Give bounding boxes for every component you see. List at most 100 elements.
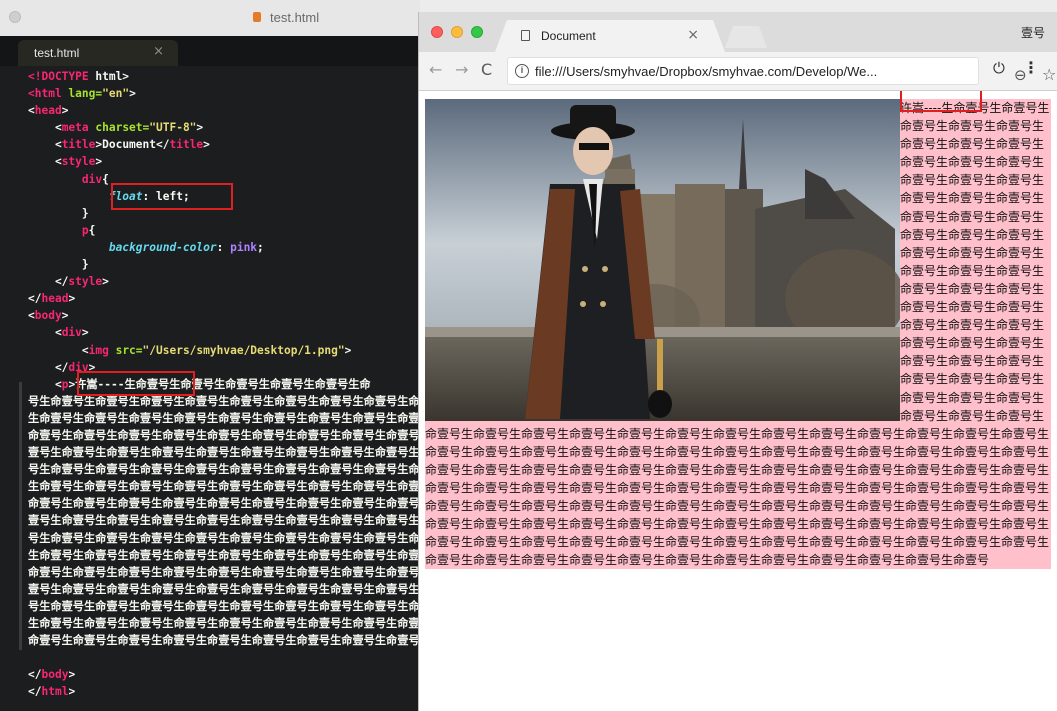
menu-icon[interactable]: ⋮ xyxy=(1023,58,1039,77)
code-token: < xyxy=(28,104,35,118)
code-token: 壹号生命壹号生命壹号生命壹号生命壹号生命壹号生命壹号生命壹号生命壹号生命壹 xyxy=(28,446,420,460)
code-token: 壹号生命壹号生命壹号生命壹号生命壹号生命壹号生命壹号生命壹号生命壹号生命壹 xyxy=(28,514,420,528)
code-line: 命壹号生命壹号生命壹号生命壹号生命壹号生命壹号生命壹号生命壹号生命壹号生命 xyxy=(28,564,420,581)
url-text[interactable]: file:///Users/smyhvae/Dropbox/smyhvae.co… xyxy=(535,64,877,79)
code-token: 命壹号生命壹号生命壹号生命壹号生命壹号生命壹号生命壹号生命壹号生命壹号生命 xyxy=(28,428,420,442)
window-control-dot[interactable] xyxy=(9,11,21,23)
code-token: "/Users/smyhvae/Desktop/1.png" xyxy=(142,343,345,357)
close-icon[interactable]: × xyxy=(153,44,164,59)
code-token: > xyxy=(68,668,76,682)
code-line: 命壹号生命壹号生命壹号生命壹号生命壹号生命壹号生命壹号生命壹号生命壹号生命 xyxy=(28,495,420,512)
code-line: 生命壹号生命壹号生命壹号生命壹号生命壹号生命壹号生命壹号生命壹号生命壹号生 xyxy=(28,478,420,495)
new-tab-button[interactable] xyxy=(725,26,767,48)
code-line: </body> xyxy=(28,666,420,683)
html-file-icon xyxy=(253,12,261,22)
code-line: 命壹号生命壹号生命壹号生命壹号生命壹号生命壹号生命壹号生命壹号生命壹号</ xyxy=(28,632,420,649)
star-icon[interactable]: ☆ xyxy=(1042,65,1056,84)
code-line: background-color: pink; xyxy=(28,239,420,256)
code-line: <div> xyxy=(28,324,420,341)
code-token: } xyxy=(28,258,89,272)
code-line: <head> xyxy=(28,102,420,119)
code-line: 壹号生命壹号生命壹号生命壹号生命壹号生命壹号生命壹号生命壹号生命壹号生命壹 xyxy=(28,444,420,461)
code-token: <!DOCTYPE xyxy=(28,70,96,83)
back-icon[interactable]: ← xyxy=(429,60,442,79)
floated-div xyxy=(425,99,900,421)
info-icon[interactable]: i xyxy=(515,64,529,78)
highlight-box-paragraph-start xyxy=(77,371,195,396)
code-token: > xyxy=(61,309,69,323)
code-token: { xyxy=(102,172,109,186)
browser-tab[interactable]: Document × xyxy=(495,20,725,52)
browser-tab-strip: Document × 壹号 xyxy=(419,12,1057,52)
code-token: < xyxy=(28,155,62,169)
code-token: p xyxy=(81,223,89,237)
zoom-window-button[interactable] xyxy=(471,26,483,38)
editor-tab-bar: test.html × xyxy=(0,36,420,66)
code-token: body xyxy=(41,668,69,682)
code-line: 号生命壹号生命壹号生命壹号生命壹号生命壹号生命壹号生命壹号生命壹号生命壹号 xyxy=(28,461,420,478)
tab-close-icon[interactable]: × xyxy=(687,27,699,43)
highlight-box-wrapped-text xyxy=(900,91,982,112)
code-token: 号生命壹号生命壹号生命壹号生命壹号生命壹号生命壹号生命壹号生命壹号生命壹号 xyxy=(28,599,420,613)
reload-icon[interactable]: C xyxy=(481,60,492,79)
profile-name[interactable]: 壹号 xyxy=(1021,24,1045,41)
code-token: html xyxy=(41,685,69,699)
code-line: </head> xyxy=(28,290,420,307)
code-line: <img src="/Users/smyhvae/Desktop/1.png"> xyxy=(28,342,420,359)
code-token: </ xyxy=(28,685,42,699)
minimize-window-button[interactable] xyxy=(451,26,463,38)
close-window-button[interactable] xyxy=(431,26,443,38)
code-token: img xyxy=(88,343,116,357)
code-token: < xyxy=(28,343,89,357)
code-token: 生命壹号生命壹号生命壹号生命壹号生命壹号生命壹号生命壹号生命壹号生命壹号生 xyxy=(28,548,420,562)
browser-tab-title: Document xyxy=(541,29,596,43)
code-line: 命壹号生命壹号生命壹号生命壹号生命壹号生命壹号生命壹号生命壹号生命壹号生命 xyxy=(28,427,420,444)
editor-titlebar: test.html xyxy=(0,0,420,37)
code-token: title xyxy=(169,138,204,152)
code-token: < xyxy=(28,377,62,391)
code-token: 号生命壹号生命壹号生命壹号生命壹号生命壹号生命壹号生命壹号生命壹号生命壹号 xyxy=(28,394,420,408)
code-line: <meta charset="UTF-8"> xyxy=(28,119,420,136)
code-line: </html> xyxy=(28,683,420,700)
code-token: style xyxy=(61,155,96,169)
code-token: charset= xyxy=(95,121,150,135)
editor-tab[interactable]: test.html × xyxy=(18,40,178,66)
code-token: "en" xyxy=(102,87,130,101)
code-token: div xyxy=(61,326,82,340)
code-token: : xyxy=(216,240,231,254)
page-viewport[interactable]: 许嵩----生命壹号生命壹号生命壹号生命壹号生命壹号生命壹号生命壹号生命壹号生命… xyxy=(419,91,1057,711)
code-token: > xyxy=(95,155,103,169)
power-icon[interactable]: ⏻ xyxy=(993,59,1005,77)
code-token: > xyxy=(196,121,204,135)
code-editor-window: test.html test.html × <!DOCTYPE html> <ht… xyxy=(0,0,420,711)
code-token: < xyxy=(28,326,62,340)
code-token: lang= xyxy=(68,87,103,101)
code-token: pink xyxy=(230,240,258,254)
editor-window-title: test.html xyxy=(270,10,320,25)
code-line: } xyxy=(28,256,420,273)
code-token: > xyxy=(68,292,76,306)
code-token: "UTF-8" xyxy=(149,121,197,135)
code-line: <style> xyxy=(28,153,420,170)
code-line: 号生命壹号生命壹号生命壹号生命壹号生命壹号生命壹号生命壹号生命壹号生命壹号 xyxy=(28,530,420,547)
code-line: 号生命壹号生命壹号生命壹号生命壹号生命壹号生命壹号生命壹号生命壹号生命壹号 xyxy=(28,598,420,615)
code-token: <html xyxy=(28,87,69,101)
code-token: background-color xyxy=(108,240,217,254)
code-token: </ xyxy=(28,292,42,306)
code-token: > xyxy=(203,138,210,152)
code-line: </style> xyxy=(28,273,420,290)
code-token: 号生命壹号生命壹号生命壹号生命壹号生命壹号生命壹号生命壹号生命壹号生命壹号 xyxy=(28,463,420,477)
code-token: </ xyxy=(28,668,42,682)
code-token: 壹号生命壹号生命壹号生命壹号生命壹号生命壹号生命壹号生命壹号生命壹号生命壹 xyxy=(28,582,420,596)
code-token: meta xyxy=(61,121,96,135)
forward-icon[interactable]: → xyxy=(455,60,468,79)
address-bar[interactable]: i file:///Users/smyhvae/Dropbox/smyhvae.… xyxy=(507,57,1056,85)
code-line: 壹号生命壹号生命壹号生命壹号生命壹号生命壹号生命壹号生命壹号生命壹号生命壹 xyxy=(28,512,420,529)
code-token: html> xyxy=(95,70,130,83)
code-token: < xyxy=(28,309,35,323)
code-token: >Document</ xyxy=(95,138,170,152)
